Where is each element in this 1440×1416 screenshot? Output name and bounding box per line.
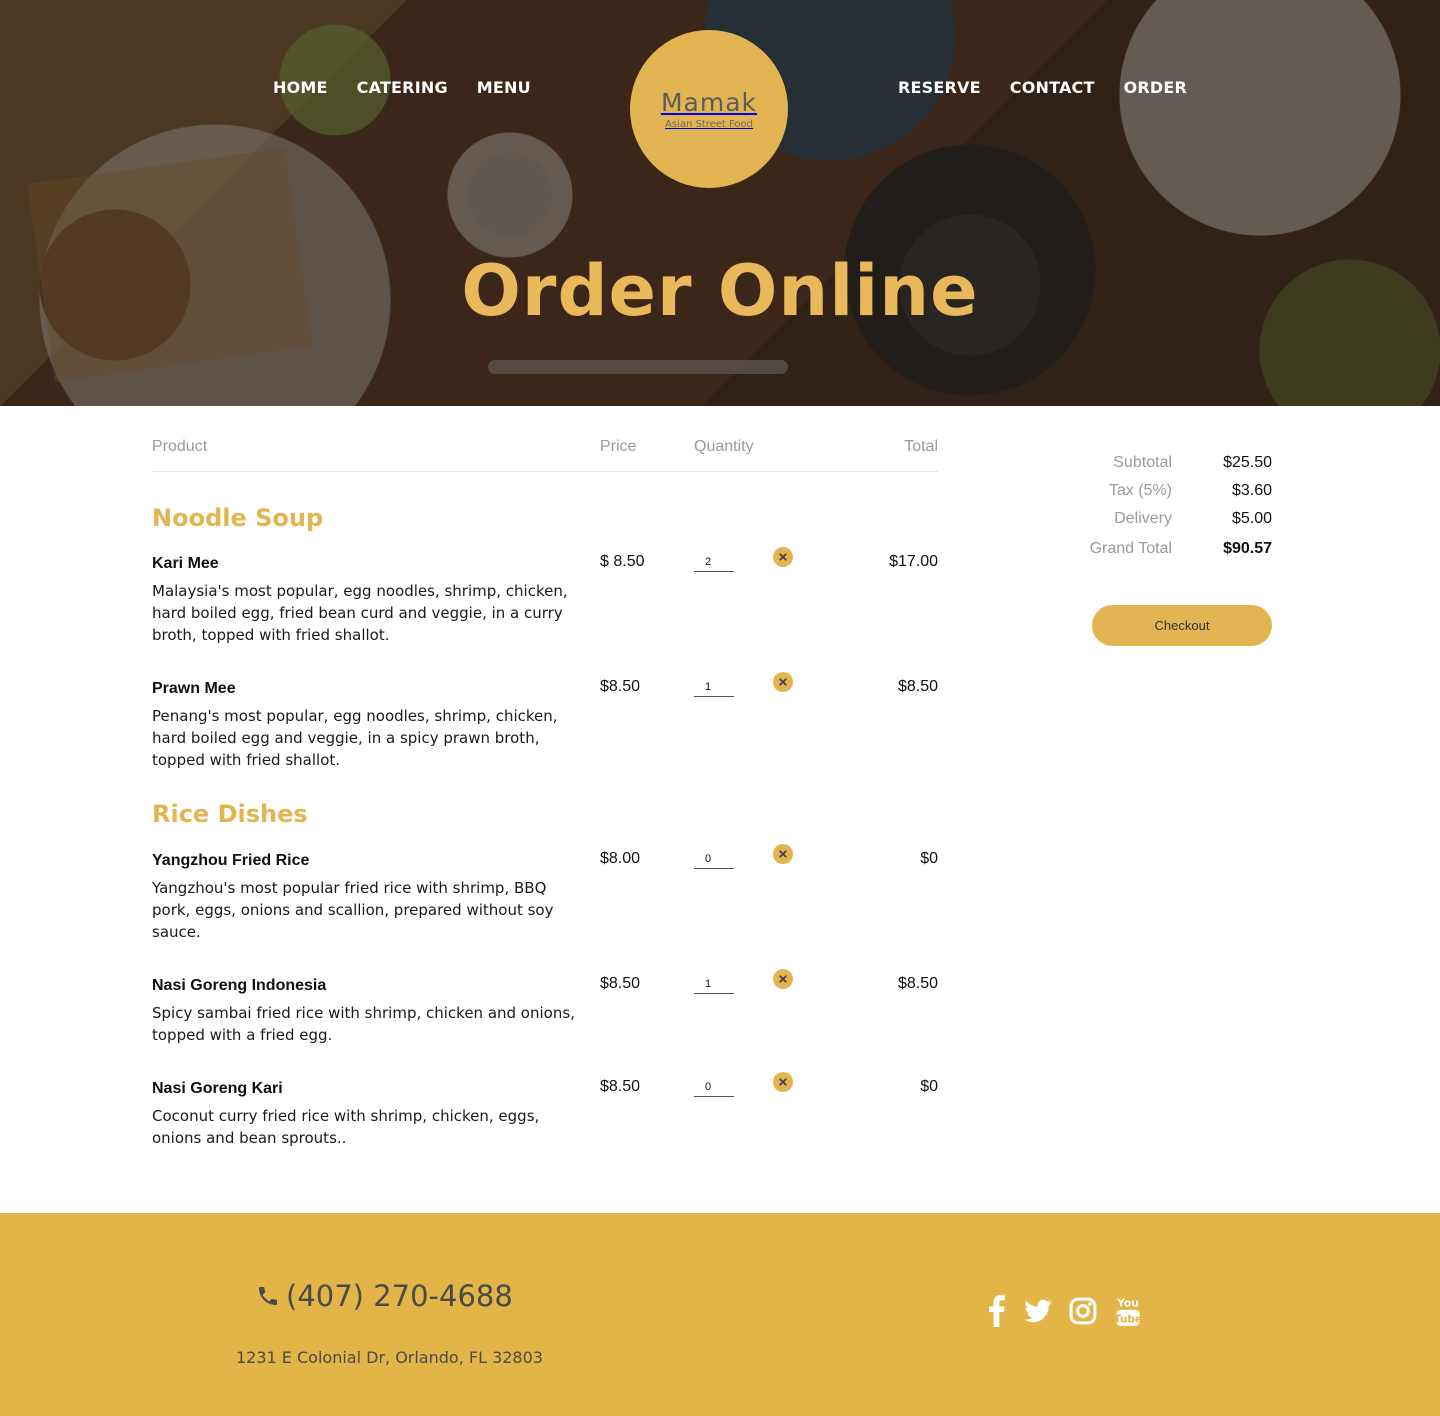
remove-item-button[interactable] xyxy=(773,969,793,989)
hero-banner: HOME CATERING MENU Mamak Asian Street Fo… xyxy=(0,0,1440,406)
item-price: $8.00 xyxy=(600,850,641,867)
item-name: Yangzhou Fried Rice xyxy=(152,852,310,869)
close-icon xyxy=(779,850,787,858)
item-total: $17.00 xyxy=(889,553,938,570)
header-quantity: Quantity xyxy=(694,438,754,455)
cart-item: Kari Mee Malaysia's most popular, egg no… xyxy=(152,547,938,655)
header-price: Price xyxy=(600,438,637,455)
nav-catering[interactable]: CATERING xyxy=(357,78,448,97)
item-name: Prawn Mee xyxy=(152,680,236,697)
remove-item-button[interactable] xyxy=(773,844,793,864)
cart-item: Yangzhou Fried Rice Yangzhou's most popu… xyxy=(152,844,938,952)
delivery-label: Delivery xyxy=(1114,510,1172,527)
subtotal-value: $25.50 xyxy=(1223,454,1272,471)
category-title: Rice Dishes xyxy=(152,800,308,828)
quantity-input[interactable] xyxy=(694,974,734,994)
delivery-value: $5.00 xyxy=(1231,510,1272,527)
logo[interactable]: Mamak Asian Street Food xyxy=(630,30,788,188)
hero-fork-image xyxy=(488,360,788,374)
logo-tagline: Asian Street Food xyxy=(664,119,754,130)
nav-right: RESERVE CONTACT ORDER xyxy=(898,78,1187,97)
header-total: Total xyxy=(904,438,938,455)
item-price: $8.50 xyxy=(600,1078,641,1095)
page-title: Order Online xyxy=(461,250,979,332)
item-name: Nasi Goreng Kari xyxy=(152,1080,283,1097)
item-total: $8.50 xyxy=(897,975,938,992)
youtube-icon[interactable]: You Tube xyxy=(1113,1295,1143,1327)
quantity-input[interactable] xyxy=(694,849,734,869)
category-title: Noodle Soup xyxy=(152,504,324,532)
close-icon xyxy=(779,1078,787,1086)
subtotal-label: Subtotal xyxy=(1113,454,1172,471)
remove-item-button[interactable] xyxy=(773,1072,793,1092)
address: 1231 E Colonial Dr, Orlando, FL 32803 xyxy=(236,1348,543,1367)
close-icon xyxy=(779,678,787,686)
item-total: $0 xyxy=(920,1078,938,1095)
nav-contact[interactable]: CONTACT xyxy=(1010,78,1095,97)
item-total: $8.50 xyxy=(897,678,938,695)
svg-text:Tube: Tube xyxy=(1114,1313,1143,1326)
close-icon xyxy=(779,553,787,561)
item-description: Coconut curry fried rice with shrimp, ch… xyxy=(152,1107,540,1147)
logo-name: Mamak xyxy=(660,88,758,117)
facebook-icon[interactable] xyxy=(986,1295,1008,1327)
item-name: Kari Mee xyxy=(152,555,219,572)
social-links: You Tube xyxy=(986,1295,1143,1327)
cart-item: Nasi Goreng Kari Coconut curry fried ric… xyxy=(152,1072,938,1180)
phone-icon xyxy=(259,1287,277,1305)
nav-menu[interactable]: MENU xyxy=(477,78,531,97)
item-description: Yangzhou's most popular fried rice with … xyxy=(152,879,554,941)
footer: (407) 270-4688 1231 E Colonial Dr, Orlan… xyxy=(0,1213,1440,1416)
item-price: $8.50 xyxy=(600,678,641,695)
item-price: $ 8.50 xyxy=(600,553,645,570)
svg-text:You: You xyxy=(1116,1297,1139,1310)
quantity-input[interactable] xyxy=(694,552,734,572)
phone-number: (407) 270-4688 xyxy=(286,1279,513,1313)
nav-reserve[interactable]: RESERVE xyxy=(898,78,981,97)
header-divider xyxy=(152,471,938,472)
checkout-button[interactable]: Checkout xyxy=(1092,605,1272,646)
nav-home[interactable]: HOME xyxy=(273,78,328,97)
grand-total-label: Grand Total xyxy=(1089,540,1172,557)
item-description: Spicy sambai fried rice with shrimp, chi… xyxy=(152,1004,575,1044)
cart-item: Prawn Mee Penang's most popular, egg noo… xyxy=(152,672,938,780)
item-name: Nasi Goreng Indonesia xyxy=(152,977,327,994)
nav-order[interactable]: ORDER xyxy=(1124,78,1187,97)
item-description: Malaysia's most popular, egg noodles, sh… xyxy=(152,582,568,644)
header-product: Product xyxy=(152,438,208,455)
phone-link[interactable]: (407) 270-4688 xyxy=(256,1279,513,1313)
close-icon xyxy=(779,975,787,983)
instagram-icon[interactable] xyxy=(1068,1295,1098,1327)
item-price: $8.50 xyxy=(600,975,641,992)
grand-total-value: $90.57 xyxy=(1223,540,1272,557)
quantity-input[interactable] xyxy=(694,1077,734,1097)
remove-item-button[interactable] xyxy=(773,547,793,567)
item-total: $0 xyxy=(920,850,938,867)
item-description: Penang's most popular, egg noodles, shri… xyxy=(152,707,558,769)
twitter-icon[interactable] xyxy=(1023,1295,1053,1327)
tax-value: $3.60 xyxy=(1231,482,1272,499)
remove-item-button[interactable] xyxy=(773,672,793,692)
quantity-input[interactable] xyxy=(694,677,734,697)
cart-item: Nasi Goreng Indonesia Spicy sambai fried… xyxy=(152,969,938,1077)
tax-label: Tax (5%) xyxy=(1108,482,1172,499)
nav-left: HOME CATERING MENU xyxy=(273,78,531,97)
